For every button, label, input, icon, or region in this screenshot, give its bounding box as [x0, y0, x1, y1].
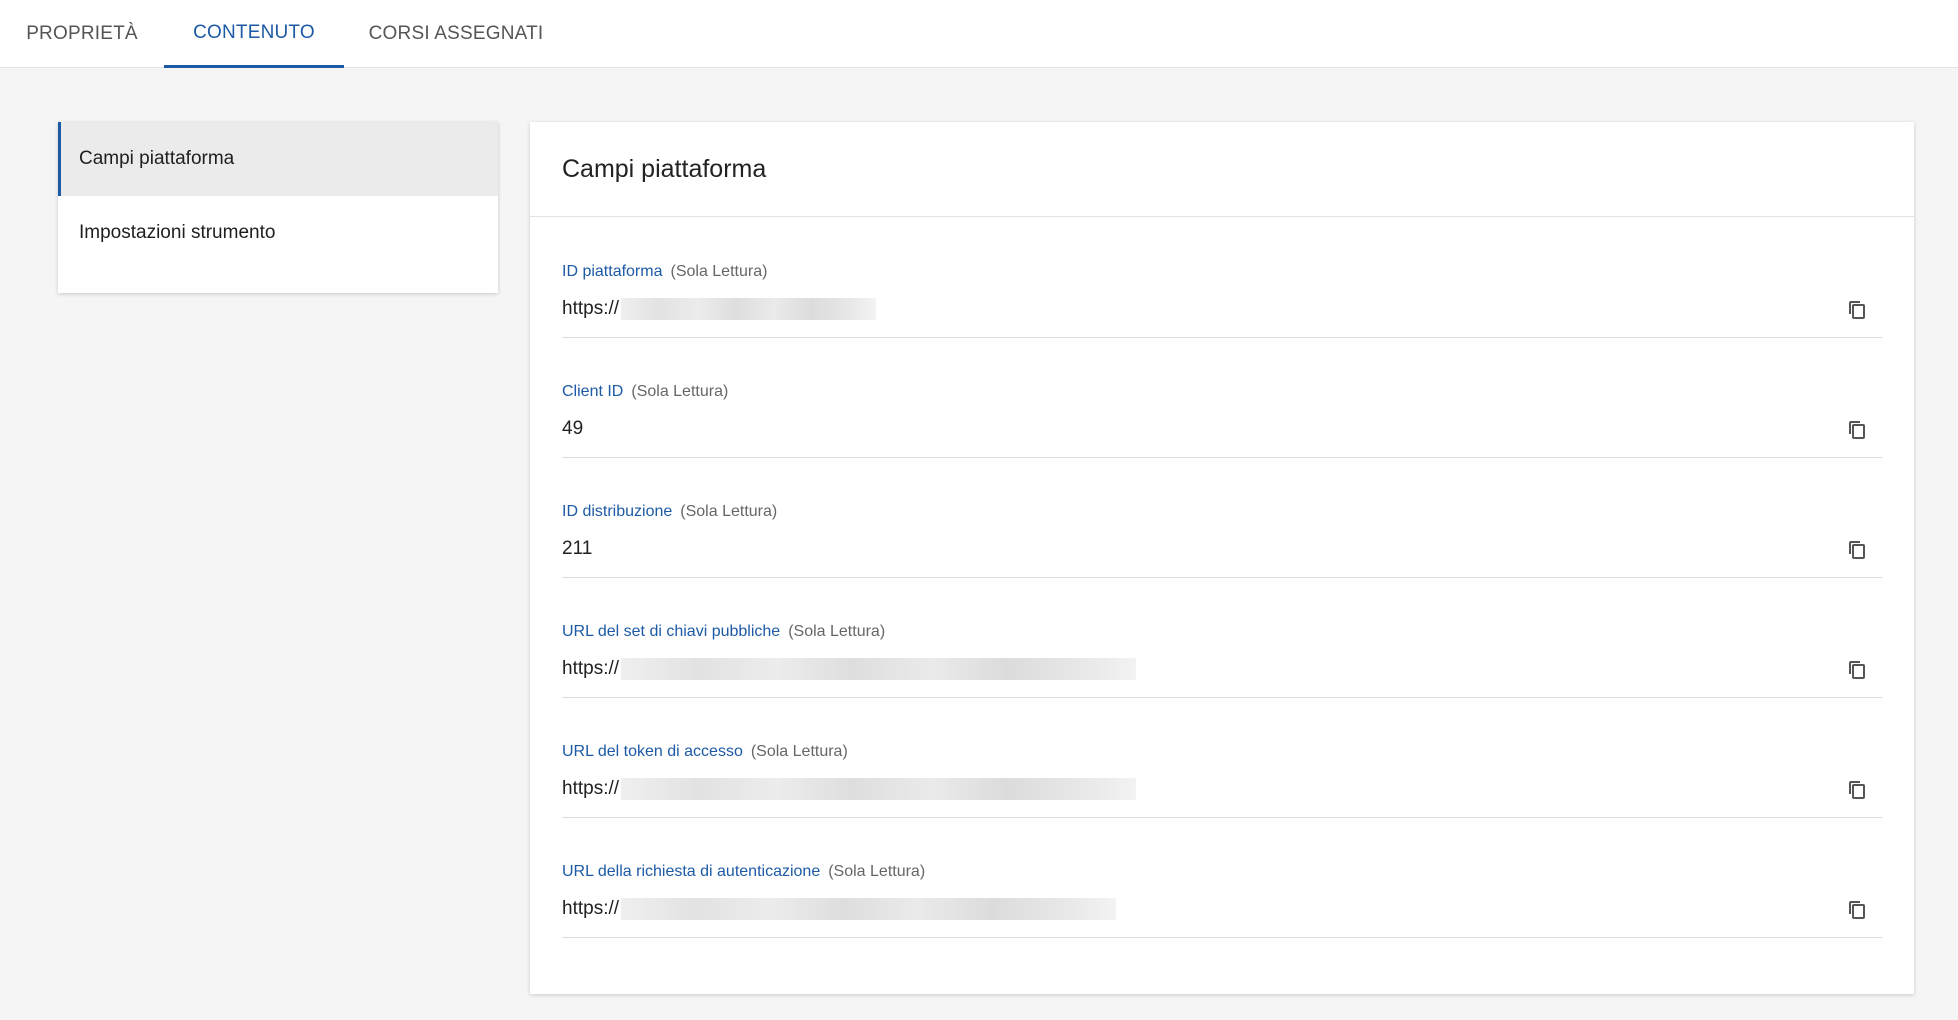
copy-button[interactable] — [1842, 775, 1872, 805]
copy-button[interactable] — [1842, 535, 1872, 565]
redacted-value — [621, 778, 1137, 800]
redacted-value — [621, 298, 877, 320]
field-id-piattaforma: ID piattaforma (Sola Lettura) https:// — [562, 218, 1882, 338]
field-label: URL del token di accesso — [562, 743, 743, 760]
field-label: URL della richiesta di autenticazione — [562, 863, 821, 880]
field-url-token-accesso: URL del token di accesso (Sola Lettura) h… — [562, 698, 1882, 818]
tab-corsi-assegnati[interactable]: CORSI ASSEGNATI — [344, 0, 568, 68]
sidebar-item-campi-piattaforma[interactable]: Campi piattaforma — [58, 122, 498, 196]
field-value: 211 — [562, 538, 592, 560]
content-panel: Campi piattaforma ID piattaforma (Sola Le… — [530, 122, 1914, 994]
read-only-note: (Sola Lettura) — [670, 263, 768, 280]
field-value: https:// — [562, 778, 1137, 800]
field-label: ID piattaforma — [562, 263, 663, 280]
side-navigation: Campi piattaforma Impostazioni strumento — [58, 122, 498, 293]
field-url-chiavi-pubbliche: URL del set di chiavi pubbliche (Sola Let… — [562, 578, 1882, 698]
field-value-text: 211 — [562, 538, 593, 559]
field-client-id: Client ID (Sola Lettura) 49 — [562, 338, 1882, 458]
panel-header: Campi piattaforma — [530, 122, 1914, 217]
tab-contenuto[interactable]: CONTENUTO — [164, 0, 344, 68]
copy-button[interactable] — [1842, 655, 1872, 685]
tab-bar: PROPRIETÀ CONTENUTO CORSI ASSEGNATI — [0, 0, 1958, 68]
redacted-value — [621, 898, 1117, 920]
copy-icon — [1849, 541, 1865, 559]
read-only-note: (Sola Lettura) — [750, 743, 848, 760]
field-id-distribuzione: ID distribuzione (Sola Lettura) 211 — [562, 458, 1882, 578]
field-value: https:// — [562, 298, 877, 320]
panel-title: Campi piattaforma — [562, 154, 767, 183]
tab-proprieta[interactable]: PROPRIETÀ — [0, 0, 164, 68]
field-value-text: https:// — [562, 898, 620, 919]
field-value: 49 — [562, 418, 583, 440]
field-label: Client ID — [562, 383, 624, 400]
field-underline — [562, 937, 1882, 938]
field-value-text: https:// — [562, 658, 620, 679]
field-value: https:// — [562, 658, 1137, 680]
field-value-text: https:// — [562, 778, 620, 799]
read-only-note: (Sola Lettura) — [828, 863, 926, 880]
field-label: URL del set di chiavi pubbliche — [562, 623, 781, 640]
copy-button[interactable] — [1842, 415, 1872, 445]
copy-icon — [1849, 301, 1865, 319]
read-only-note: (Sola Lettura) — [788, 623, 886, 640]
field-value-text: https:// — [562, 298, 620, 319]
read-only-note: (Sola Lettura) — [631, 383, 729, 400]
field-label: ID distribuzione — [562, 503, 673, 520]
copy-button[interactable] — [1842, 295, 1872, 325]
copy-icon — [1849, 781, 1865, 799]
sidebar-item-impostazioni-strumento[interactable]: Impostazioni strumento — [58, 196, 498, 270]
copy-icon — [1849, 901, 1865, 919]
copy-icon — [1849, 421, 1865, 439]
field-value: https:// — [562, 898, 1117, 920]
field-url-richiesta-autenticazione: URL della richiesta di autenticazione (So… — [562, 818, 1882, 938]
copy-icon — [1849, 661, 1865, 679]
redacted-value — [621, 658, 1137, 680]
copy-button[interactable] — [1842, 895, 1872, 925]
read-only-note: (Sola Lettura) — [680, 503, 778, 520]
field-value-text: 49 — [562, 418, 584, 439]
